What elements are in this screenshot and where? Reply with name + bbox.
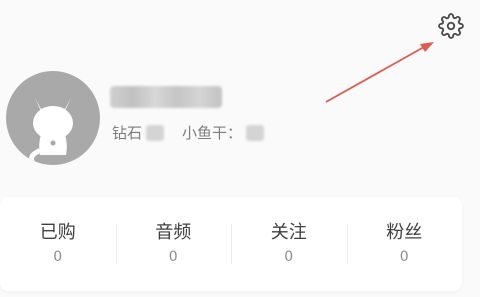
cat-avatar-icon [29,98,73,165]
settings-button[interactable] [437,12,465,40]
stats-card: 已购 0 音频 0 关注 0 粉丝 0 [0,197,462,291]
fish-value [246,125,265,141]
stat-label-purchased: 已购 [39,222,76,243]
stat-item-purchased[interactable]: 已购 0 [0,197,116,291]
stat-label-audio: 音频 [155,222,192,243]
diamond-label: 钻石 [112,124,143,142]
username [110,86,222,108]
fish-label: 小鱼干： [182,124,243,142]
stat-item-fans[interactable]: 粉丝 0 [346,197,463,291]
stat-count-following: 0 [284,249,294,265]
stat-count-audio: 0 [168,249,178,265]
gear-icon [438,13,464,39]
user-stats: 钻石 小鱼干： [112,123,282,143]
stat-label-following: 关注 [270,222,307,243]
stat-count-fans: 0 [399,249,409,265]
stat-count-purchased: 0 [53,249,63,265]
avatar[interactable] [6,71,100,165]
diamond-value [146,125,165,141]
stat-item-following[interactable]: 关注 0 [231,197,347,291]
stat-label-fans: 粉丝 [386,222,423,243]
stat-item-audio[interactable]: 音频 0 [115,197,232,291]
